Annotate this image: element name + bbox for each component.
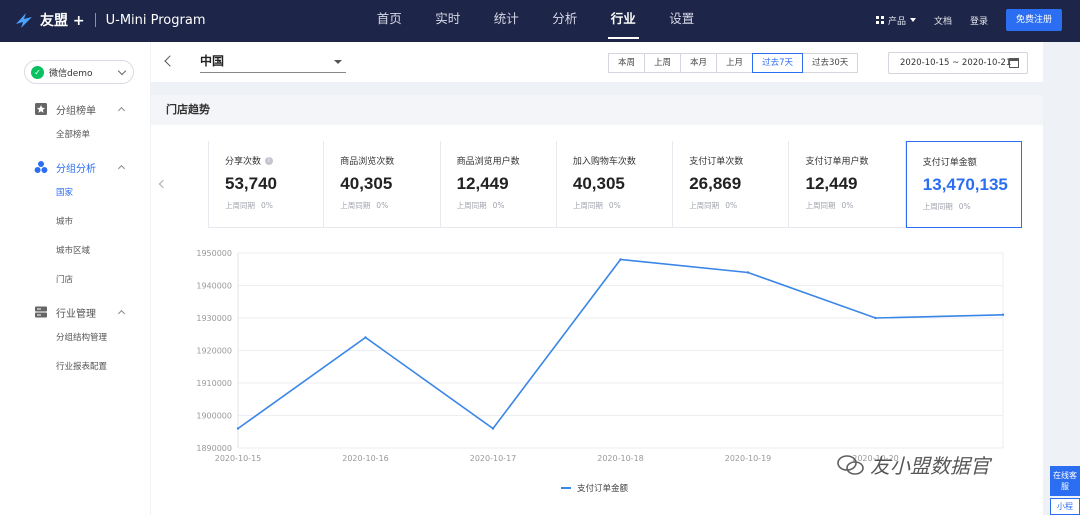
brand-name: 友盟 + — [40, 13, 85, 29]
group-head-analysis[interactable]: 分组分析 — [0, 155, 150, 179]
trend-line-chart: 1890000 1900000 1910000 1920000 1930000 19400… — [196, 249, 1005, 463]
filter-bar: 中国 本周 上周 本月 上月 过去7天 过去30天 2020-10-15 ~ 2… — [151, 42, 1043, 82]
nav-realtime[interactable]: 实时 — [419, 0, 478, 42]
signup-button[interactable]: 免费注册 — [1005, 9, 1062, 31]
watermark: 友小盟数据官 — [836, 450, 990, 479]
period-this-month[interactable]: 本月 — [680, 53, 718, 73]
date-range-value: 2020-10-15 ~ 2020-10-21 — [900, 58, 1012, 68]
data-point — [1001, 313, 1005, 316]
sidebar: ✓ 微信demo 分组榜单 全部榜单 分组分析 国家 城市 城市区域 门店 行业… — [0, 42, 150, 515]
legend-swatch — [561, 487, 571, 489]
region-value: 中国 — [200, 54, 225, 68]
group-icon — [34, 161, 48, 173]
data-point — [364, 336, 367, 339]
caret-down-icon — [909, 18, 916, 22]
docs-link[interactable]: 文档 — [934, 14, 952, 27]
y-tick-label: 1900000 — [196, 412, 232, 421]
nav-group-analysis: 分组分析 国家 城市 城市区域 门店 — [0, 155, 150, 295]
y-tick-label: 1930000 — [196, 314, 232, 323]
chevron-up-icon[interactable] — [117, 106, 126, 115]
x-tick-label: 2020-10-16 — [342, 454, 389, 463]
group-label: 分组分析 — [56, 163, 96, 175]
back-arrow-icon[interactable] — [164, 55, 176, 67]
chevron-up-icon[interactable] — [117, 164, 126, 173]
sidebar-item-report-config[interactable]: 行业报表配置 — [0, 353, 150, 382]
apps-grid-icon — [875, 16, 884, 24]
login-link[interactable]: 登录 — [970, 14, 988, 27]
period-last-30-days[interactable]: 过去30天 — [801, 53, 859, 73]
nav-group-rankings: 分组榜单 全部榜单 — [0, 97, 150, 150]
products-menu[interactable]: 产品 — [875, 14, 916, 27]
y-tick-label: 1920000 — [196, 347, 232, 356]
period-tabs: 本周 上周 本月 上月 过去7天 过去30天 — [608, 53, 859, 73]
wechat-watermark-icon — [837, 454, 864, 475]
server-icon — [35, 306, 47, 318]
y-tick-label: 1940000 — [196, 282, 232, 291]
brand-divider — [94, 13, 96, 27]
y-tick-label: 1950000 — [196, 249, 232, 258]
chart-legend[interactable]: 支付订单金额 — [561, 482, 628, 494]
products-label: 产品 — [887, 16, 906, 27]
y-tick-label: 1910000 — [196, 379, 232, 388]
y-tick-label: 1890000 — [196, 444, 232, 453]
group-head-rankings[interactable]: 分组榜单 — [0, 97, 150, 121]
period-last-week[interactable]: 上周 — [644, 53, 682, 73]
x-tick-label: 2020-10-18 — [597, 454, 644, 463]
mini-program-button[interactable]: 小程 — [1050, 498, 1080, 515]
star-icon — [35, 103, 47, 115]
top-right-links: 产品 文档 登录 免费注册 — [875, 9, 1062, 31]
nav-group-industry-mgmt: 行业管理 分组结构管理 行业报表配置 — [0, 300, 150, 382]
sidebar-item-city[interactable]: 城市 — [0, 208, 150, 237]
group-label: 行业管理 — [56, 308, 96, 320]
data-point — [236, 427, 240, 430]
calendar-icon — [1009, 58, 1019, 68]
period-last-month[interactable]: 上月 — [716, 53, 754, 73]
top-nav: 友盟 + U-Mini Program 首页 实时 统计 分析 行业 设置 产品… — [0, 0, 1080, 42]
period-last-7-days[interactable]: 过去7天 — [752, 53, 803, 73]
date-range-picker[interactable]: 2020-10-15 ~ 2020-10-21 — [888, 52, 1028, 74]
app-selector-label: 微信demo — [49, 68, 93, 79]
online-service-button[interactable]: 在线客服 — [1050, 466, 1080, 496]
watermark-text: 友小盟数据官 — [870, 454, 990, 478]
group-label: 分组榜单 — [56, 105, 96, 117]
nav-settings[interactable]: 设置 — [653, 0, 712, 42]
main-menu: 首页 实时 统计 分析 行业 设置 — [360, 0, 711, 42]
sidebar-item-all-rankings[interactable]: 全部榜单 — [0, 121, 150, 150]
product-name: U-Mini Program — [105, 12, 206, 28]
x-tick-label: 2020-10-15 — [215, 454, 262, 463]
chevron-up-icon[interactable] — [117, 309, 126, 318]
data-point — [746, 271, 750, 274]
legend-label: 支付订单金额 — [577, 484, 629, 494]
app-selector[interactable]: ✓ 微信demo — [24, 60, 134, 84]
series-line — [237, 258, 1004, 430]
x-tick-label: 2020-10-19 — [725, 454, 772, 463]
nav-industry[interactable]: 行业 — [594, 0, 653, 42]
data-point — [619, 258, 622, 261]
data-point — [874, 316, 877, 320]
wechat-icon: ✓ — [31, 65, 44, 79]
sidebar-item-city-district[interactable]: 城市区域 — [0, 237, 150, 266]
nav-analysis[interactable]: 分析 — [536, 0, 595, 42]
nav-stats[interactable]: 统计 — [477, 0, 536, 42]
region-select[interactable]: 中国 — [200, 51, 346, 73]
group-head-industry-mgmt[interactable]: 行业管理 — [0, 300, 150, 324]
x-tick-label: 2020-10-17 — [470, 454, 517, 463]
sidebar-item-country[interactable]: 国家 — [0, 179, 150, 208]
caret-down-icon — [334, 60, 342, 64]
period-this-week[interactable]: 本周 — [608, 53, 646, 73]
sidebar-item-store[interactable]: 门店 — [0, 266, 150, 295]
nav-home[interactable]: 首页 — [360, 0, 419, 42]
sidebar-item-group-structure[interactable]: 分组结构管理 — [0, 324, 150, 353]
chevron-down-icon — [117, 66, 127, 75]
brand[interactable]: 友盟 + U-Mini Program — [14, 10, 205, 30]
umeng-logo-icon — [16, 13, 32, 28]
data-point — [491, 427, 495, 430]
